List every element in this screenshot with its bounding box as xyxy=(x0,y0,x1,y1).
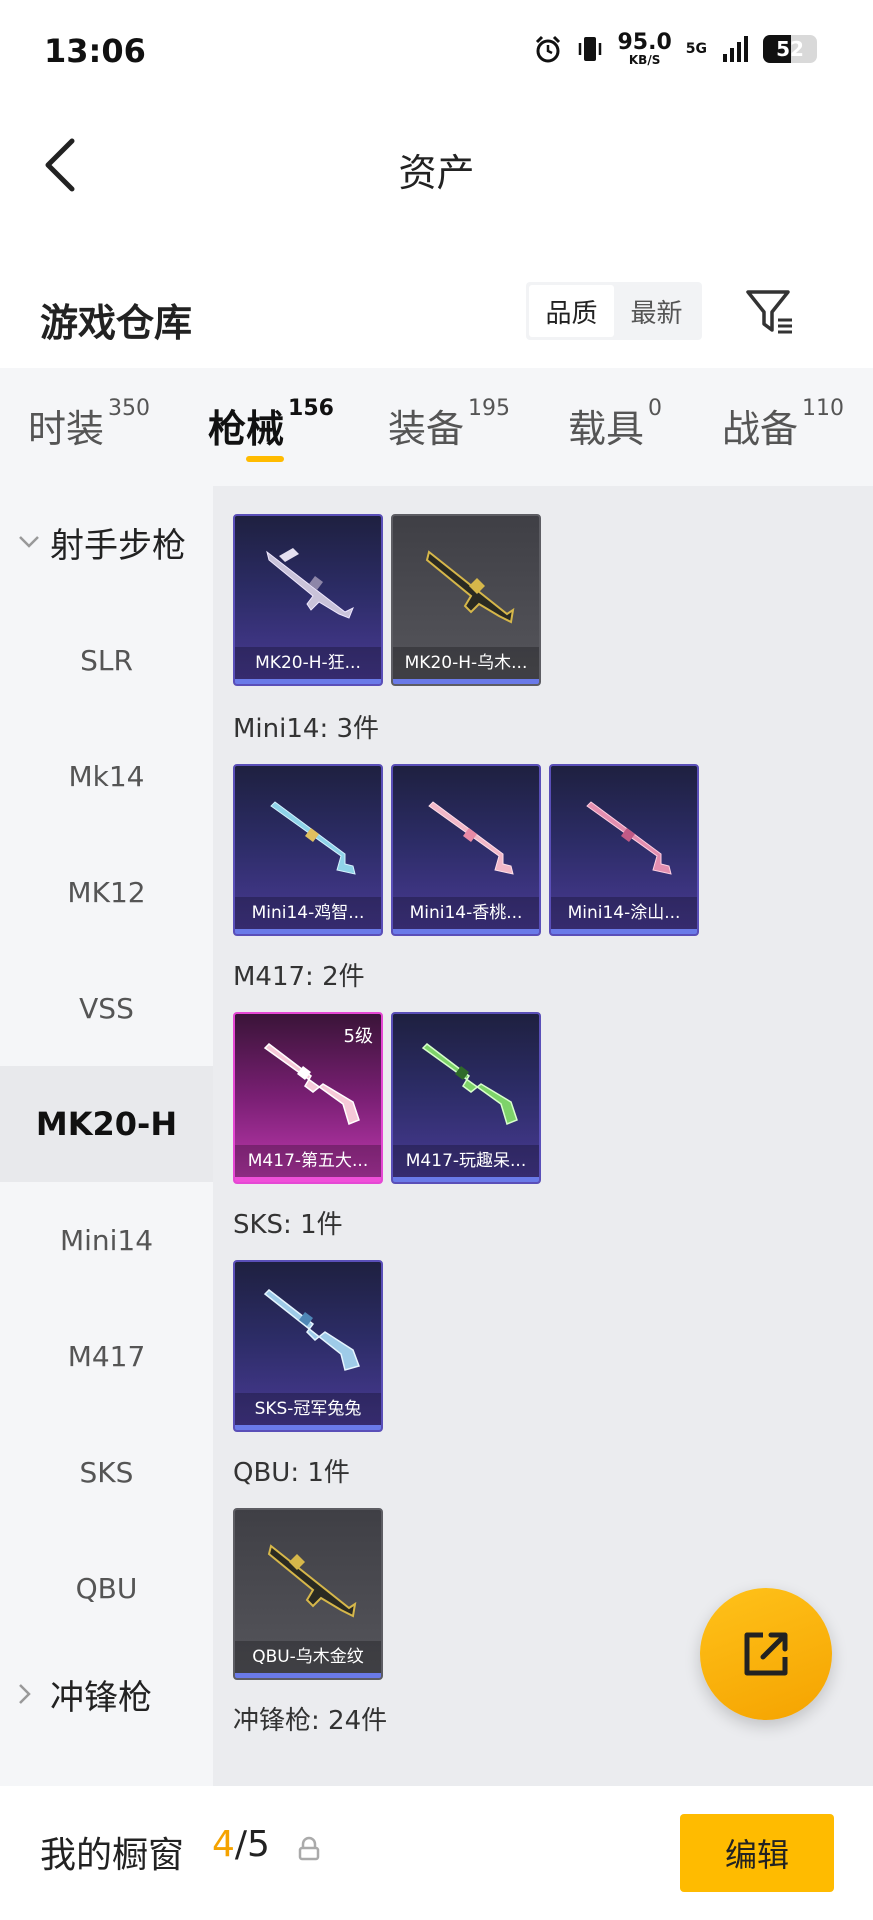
vibrate-icon xyxy=(579,37,602,61)
category-group-smg[interactable]: 冲锋枪 xyxy=(0,1646,213,1742)
item-name: QBU-乌木金纹 xyxy=(235,1641,381,1673)
category-group-marksman[interactable]: 射手步枪 xyxy=(0,494,213,590)
item-card[interactable]: QBU-乌木金纹 xyxy=(233,1508,383,1680)
showcase-separator: / xyxy=(234,1824,248,1865)
tab-equipment[interactable]: 装备 195 xyxy=(388,368,510,453)
share-button[interactable] xyxy=(700,1588,832,1720)
category-item-slr[interactable]: SLR xyxy=(0,602,213,718)
category-group-label: 射手步枪 xyxy=(50,525,186,566)
item-name: M417-第五大... xyxy=(235,1145,381,1177)
tab-count: 350 xyxy=(108,396,151,421)
tab-label: 时装 xyxy=(28,407,105,451)
category-item-mk12[interactable]: MK12 xyxy=(0,834,213,950)
category-item-qbu[interactable]: QBU xyxy=(0,1530,213,1646)
tab-vehicles[interactable]: 载具 0 xyxy=(568,368,662,453)
edit-button[interactable]: 编辑 xyxy=(680,1814,834,1892)
item-card[interactable]: Mini14-涂山... xyxy=(549,764,699,936)
item-name: SKS-冠军兔兔 xyxy=(235,1393,381,1425)
tab-fashion[interactable]: 时装 350 xyxy=(28,368,150,453)
tab-label: 战备 xyxy=(722,407,799,451)
section-title: 游戏仓库 xyxy=(40,301,193,345)
weapon-category-list: 射手步枪 SLR Mk14 MK12 VSS MK20-H Mini14 M41… xyxy=(0,486,213,1786)
showcase-current: 4 xyxy=(212,1824,235,1865)
battery-level: 52 xyxy=(776,37,804,61)
item-card[interactable]: Mini14-香桃... xyxy=(391,764,541,936)
tab-label: 载具 xyxy=(568,407,645,451)
warehouse-header: 游戏仓库 品质 最新 xyxy=(0,270,873,360)
status-bar: 13:06 95.0 KB/S 5G 52 xyxy=(0,0,873,100)
category-item-mk20h[interactable]: MK20-H xyxy=(0,1066,213,1182)
category-item-mini14[interactable]: Mini14 xyxy=(0,1182,213,1298)
item-card[interactable]: MK20-H-乌木... xyxy=(391,514,541,686)
battery-indicator: 52 xyxy=(763,35,817,63)
item-card[interactable]: M417-玩趣呆... xyxy=(391,1012,541,1184)
active-tab-indicator xyxy=(246,456,284,462)
tab-count: 195 xyxy=(468,396,511,421)
filter-icon xyxy=(746,290,792,334)
category-item-vss[interactable]: VSS xyxy=(0,950,213,1066)
rifle-skin-image xyxy=(586,801,672,875)
group-label-m417: M417: 2件 xyxy=(233,962,365,992)
tab-gear[interactable]: 战备 110 xyxy=(722,368,844,453)
showcase-bar: 我的橱窗 4/5 编辑 xyxy=(0,1786,873,1920)
item-name: Mini14-涂山... xyxy=(551,897,697,929)
item-name: MK20-H-狂... xyxy=(235,647,381,679)
category-item-m417[interactable]: M417 xyxy=(0,1298,213,1414)
tab-guns[interactable]: 枪械 156 xyxy=(208,368,334,462)
tab-count: 110 xyxy=(802,396,845,421)
item-card[interactable]: MK20-H-狂... xyxy=(233,514,383,686)
rifle-skin-image xyxy=(421,1043,518,1126)
sort-quality-button[interactable]: 品质 xyxy=(529,285,614,337)
lock-icon xyxy=(298,1836,320,1861)
filter-button[interactable] xyxy=(742,284,798,340)
rifle-skin-image xyxy=(263,1289,360,1371)
item-card[interactable]: SKS-冠军兔兔 xyxy=(233,1260,383,1432)
showcase-count: 4/5 xyxy=(212,1824,270,1865)
rifle-skin-image xyxy=(428,801,514,875)
category-item-mk14[interactable]: Mk14 xyxy=(0,718,213,834)
item-card[interactable]: 5级 M417-第五大... xyxy=(233,1012,383,1184)
item-name: M417-玩趣呆... xyxy=(393,1145,539,1177)
category-item-sks[interactable]: SKS xyxy=(0,1414,213,1530)
sort-toggle: 品质 最新 xyxy=(526,282,702,340)
showcase-total: 5 xyxy=(247,1824,270,1865)
signal-icon xyxy=(723,36,748,62)
tab-label: 枪械 xyxy=(208,407,285,451)
page-header: 资产 xyxy=(0,100,873,230)
sort-newest-button[interactable]: 最新 xyxy=(614,285,699,337)
group-label-mini14: Mini14: 3件 xyxy=(233,714,380,744)
group-label-sks: SKS: 1件 xyxy=(233,1210,343,1240)
rifle-skin-image xyxy=(267,1544,357,1618)
tab-count: 0 xyxy=(648,396,663,421)
chevron-down-icon xyxy=(19,536,39,548)
rifle-skin-image xyxy=(266,548,354,619)
tab-count: 156 xyxy=(288,396,334,421)
rifle-skin-image xyxy=(270,801,356,875)
status-time: 13:06 xyxy=(44,32,146,70)
group-label-qbu: QBU: 1件 xyxy=(233,1458,350,1488)
group-label-smg: 冲锋枪: 24件 xyxy=(233,1706,388,1736)
level-badge: 5级 xyxy=(343,1026,373,1047)
alarm-icon xyxy=(536,35,561,63)
page-title: 资产 xyxy=(398,151,475,195)
speed-unit: KB/S xyxy=(628,53,661,67)
speed-value: 95.0 xyxy=(617,30,672,55)
item-name: MK20-H-乌木... xyxy=(393,647,539,679)
item-name: Mini14-鸡智... xyxy=(235,897,381,929)
item-name: Mini14-香桃... xyxy=(393,897,539,929)
network-type: 5G xyxy=(685,41,707,57)
showcase-label: 我的橱窗 xyxy=(40,1835,185,1876)
network-speed: 95.0 KB/S xyxy=(617,30,672,67)
tab-label: 装备 xyxy=(388,407,465,451)
item-card[interactable]: Mini14-鸡智... xyxy=(233,764,383,936)
share-icon xyxy=(744,1632,788,1676)
status-icons: 95.0 KB/S 5G 52 xyxy=(533,32,817,66)
category-tabs: 时装 350 枪械 156 装备 195 载具 0 战备 110 xyxy=(0,368,873,486)
category-group-label: 冲锋枪 xyxy=(50,1677,152,1718)
chevron-right-icon xyxy=(19,1684,31,1704)
rifle-skin-image xyxy=(425,550,515,624)
